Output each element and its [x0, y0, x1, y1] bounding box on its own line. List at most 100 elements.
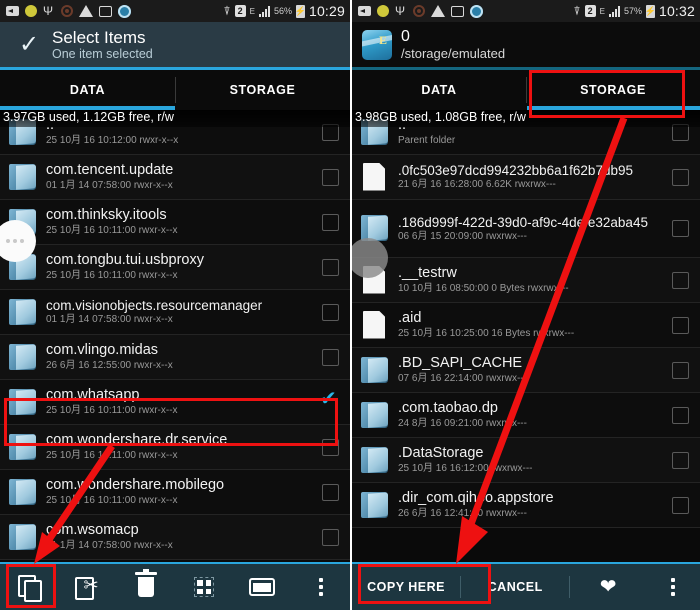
- folder-icon: [9, 523, 36, 550]
- file-details: 01 1月 14 07:58:00 rwxr-x--x: [46, 540, 173, 551]
- table-row[interactable]: .__testrw 10 10月 16 08:50:00 0 Bytes rwxr…: [352, 258, 700, 303]
- grid-view-icon: [194, 577, 215, 597]
- dot: [13, 239, 17, 243]
- header-texts: Select Items One item selected: [52, 28, 153, 62]
- sim-indicator: 2: [234, 5, 246, 17]
- window-button[interactable]: [233, 564, 291, 610]
- folder-icon: [9, 433, 36, 460]
- table-row[interactable]: .BD_SAPI_CACHE 07 6月 16 22:14:00 rwxrwx--…: [352, 348, 700, 393]
- page-title: Select Items: [52, 27, 146, 47]
- row-meta: .DataStorage 25 10月 16 16:12:00 rwxrwx---: [398, 445, 672, 475]
- checkbox[interactable]: [672, 168, 689, 186]
- copy-button[interactable]: [0, 564, 58, 610]
- network-type-icon: E: [599, 6, 605, 16]
- cancel-button[interactable]: CANCEL: [461, 564, 569, 610]
- checkbox[interactable]: [322, 483, 339, 501]
- status-bar-right-icons: ⍒ 2 E 57% 10:32: [573, 3, 695, 19]
- checkbox[interactable]: [322, 258, 339, 276]
- folder-icon: [9, 478, 36, 505]
- table-row[interactable]: com.tencent.update 01 1月 14 07:58:00 rwxr…: [0, 155, 350, 200]
- overflow-menu-button[interactable]: [646, 564, 700, 610]
- window-icon: [249, 578, 276, 596]
- right-panel: Ψ ⍒ 2 E 57% 10:32 0 /storage/emulated: [350, 0, 700, 610]
- table-row[interactable]: .DataStorage 25 10月 16 16:12:00 rwxrwx---: [352, 438, 700, 483]
- file-details: 06 6月 15 20:09:00 rwxrwx---: [398, 230, 527, 242]
- table-row[interactable]: com.whatsapp 25 10月 16 10:11:00 rwxr-x--x: [0, 380, 350, 425]
- file-name: com.thinksky.itools: [46, 207, 167, 223]
- table-row[interactable]: .com.taobao.dp 24 8月 16 09:21:00 rwxrwx--…: [352, 393, 700, 438]
- check-icon[interactable]: ✓: [10, 32, 48, 57]
- row-meta: .com.taobao.dp 24 8月 16 09:21:00 rwxrwx--…: [398, 400, 672, 430]
- cut-icon: [75, 575, 99, 600]
- file-details: 26 6月 16 12:55:00 rwxr-x--x: [46, 360, 173, 371]
- checkbox[interactable]: [672, 496, 689, 514]
- left-panel: Ψ ⍒ 2 E 56% 10:29 ✓ Select Items One ite…: [0, 0, 350, 610]
- shield-icon: [118, 4, 131, 18]
- checkbox[interactable]: [672, 220, 689, 237]
- row-meta: com.visionobjects.resourcemanager 01 1月 1…: [46, 298, 322, 326]
- cut-button[interactable]: [58, 564, 116, 610]
- file-details: 25 10月 16 10:11:00 rwxr-x--x: [46, 270, 178, 281]
- table-row[interactable]: com.thinksky.itools 25 10月 16 10:11:00 rw…: [0, 200, 350, 245]
- table-row[interactable]: com.tongbu.tui.usbproxy 25 10月 16 10:11:0…: [0, 245, 350, 290]
- table-row[interactable]: com.visionobjects.resourcemanager 01 1月 1…: [0, 290, 350, 335]
- checkbox[interactable]: [322, 348, 339, 366]
- checkbox[interactable]: [322, 213, 339, 231]
- table-row[interactable]: com.wondershare.mobilego 25 10月 16 10:11:…: [0, 470, 350, 515]
- table-row[interactable]: .186d999f-422d-39d0-af9c-4defe32aba45 06 …: [352, 200, 700, 258]
- file-name: .BD_SAPI_CACHE: [398, 355, 523, 371]
- file-name: com.vlingo.midas: [46, 342, 159, 358]
- checkbox[interactable]: [672, 406, 689, 424]
- coin-icon: [25, 5, 37, 17]
- file-name: com.wsomacp: [46, 522, 139, 538]
- file-list[interactable]: ..25 10月 16 10:12:00 rwxr-x--xcom.tencen…: [0, 110, 350, 560]
- table-row[interactable]: com.vlingo.midas 26 6月 16 12:55:00 rwxr-x…: [0, 335, 350, 380]
- copy-here-label: COPY HERE: [367, 580, 446, 594]
- battery-icon: [295, 4, 305, 18]
- tab-bar: DATA STORAGE: [352, 70, 700, 110]
- tab-data[interactable]: DATA: [352, 70, 526, 110]
- row-meta: com.wsomacp 01 1月 14 07:58:00 rwxr-x--x: [46, 522, 322, 552]
- checkbox[interactable]: [672, 316, 689, 334]
- overflow-menu-button[interactable]: [292, 564, 350, 610]
- row-meta: com.whatsapp 25 10月 16 10:11:00 rwxr-x--x: [46, 387, 322, 417]
- delete-button[interactable]: [117, 564, 175, 610]
- file-name: com.wondershare.dr.service: [46, 432, 228, 448]
- tab-storage[interactable]: STORAGE: [175, 70, 350, 110]
- screenshot-stage: Ψ ⍒ 2 E 56% 10:29 ✓ Select Items One ite…: [0, 0, 700, 610]
- tab-data[interactable]: DATA: [0, 70, 175, 110]
- checkbox-checked[interactable]: [320, 389, 339, 411]
- header-texts: 0 /storage/emulated: [401, 28, 505, 62]
- wifi-icon: ⍒: [573, 3, 581, 18]
- grid-view-button[interactable]: [175, 564, 233, 610]
- checkbox[interactable]: [672, 361, 689, 379]
- clock: 10:32: [658, 3, 695, 19]
- favorite-button[interactable]: ❤: [570, 564, 646, 610]
- table-row[interactable]: com.wondershare.dr.service 25 10月 16 10:1…: [0, 425, 350, 470]
- table-row[interactable]: .dir_com.qihoo.appstore 26 6月 16 12:41:00…: [352, 483, 700, 528]
- file-name: .aid: [398, 310, 422, 326]
- sdcard-icon: [358, 6, 371, 16]
- checkbox[interactable]: [672, 451, 689, 469]
- tab-storage[interactable]: STORAGE: [526, 70, 700, 110]
- checkbox[interactable]: [322, 168, 339, 186]
- warning-icon: [431, 5, 445, 17]
- checkbox[interactable]: [322, 303, 339, 321]
- es-file-explorer-icon: [362, 29, 392, 60]
- record-icon: [413, 5, 425, 17]
- checkbox[interactable]: [672, 271, 689, 289]
- table-row[interactable]: com.wsomacp 01 1月 14 07:58:00 rwxr-x--x: [0, 515, 350, 560]
- file-details: 25 10月 16 10:11:00 rwxr-x--x: [46, 450, 178, 461]
- folder-icon: [9, 298, 36, 325]
- folder-icon: [361, 446, 388, 473]
- table-row[interactable]: .0fc503e97dcd994232bb6a1f62b7db95 21 6月 1…: [352, 155, 700, 200]
- file-details: 25 10月 16 10:11:00 rwxr-x--x: [46, 225, 178, 236]
- copy-here-button[interactable]: COPY HERE: [352, 564, 460, 610]
- checkbox[interactable]: [322, 438, 339, 456]
- status-bar: Ψ ⍒ 2 E 57% 10:32: [352, 0, 700, 22]
- checkbox[interactable]: [322, 528, 339, 546]
- file-details: 25 10月 16 10:25:00 16 Bytes rwxrwx---: [398, 328, 575, 339]
- table-row[interactable]: .aid 25 10月 16 10:25:00 16 Bytes rwxrwx--…: [352, 303, 700, 348]
- file-list[interactable]: ..Parent folder.0fc503e97dcd994232bb6a1f…: [352, 110, 700, 528]
- file-details: 01 1月 14 07:58:00 rwxr-x--x: [46, 314, 173, 325]
